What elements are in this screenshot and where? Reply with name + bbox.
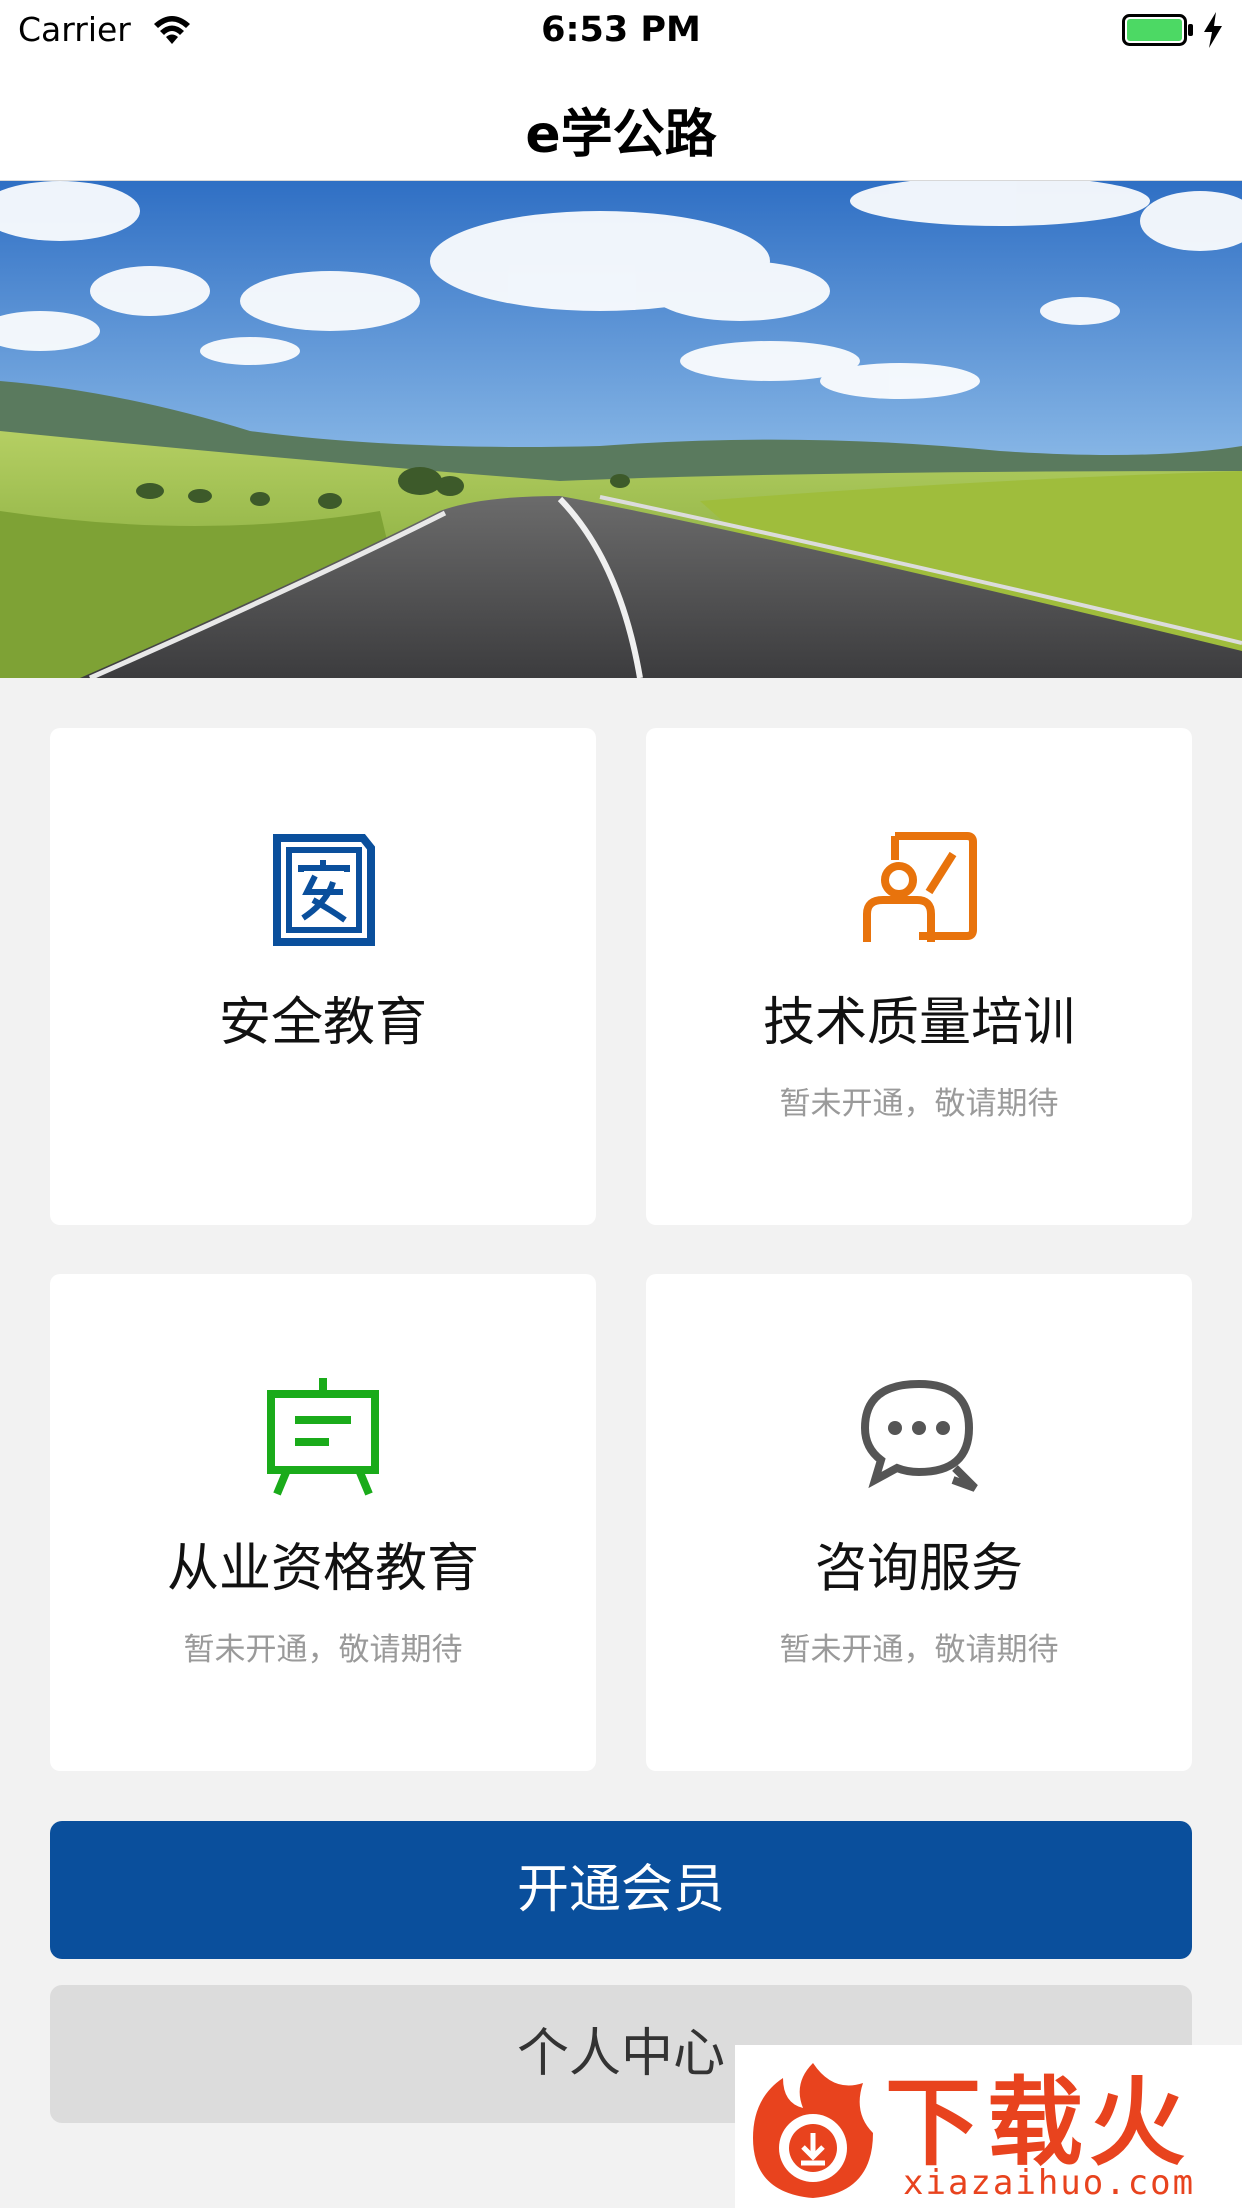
card-title: 从业资格教育 bbox=[166, 1539, 479, 1599]
watermark: 下载火 xiazaihuo.com bbox=[735, 2045, 1242, 2208]
charging-bolt-icon bbox=[1204, 12, 1222, 48]
banner-image bbox=[0, 181, 1242, 678]
status-time: 6:53 PM bbox=[541, 10, 701, 50]
card-subtitle: 暂未开通，敬请期待 bbox=[183, 1632, 463, 1668]
card-title: 技术质量培训 bbox=[762, 993, 1075, 1053]
card-technical-quality-training[interactable]: 技术质量培训 暂未开通，敬请期待 bbox=[646, 728, 1192, 1225]
card-consulting-service[interactable]: 咨询服务 暂未开通，敬请期待 bbox=[646, 1274, 1192, 1771]
card-qualification-education[interactable]: 从业资格教育 暂未开通，敬请期待 bbox=[50, 1274, 596, 1771]
battery-icon bbox=[1122, 14, 1193, 46]
training-icon bbox=[863, 832, 977, 942]
card-title: 安全教育 bbox=[218, 993, 427, 1053]
safety-book-icon bbox=[273, 834, 375, 946]
card-title: 咨询服务 bbox=[814, 1539, 1023, 1599]
status-bar: Carrier 6:53 PM bbox=[0, 0, 1242, 62]
card-subtitle: 暂未开通，敬请期待 bbox=[779, 1632, 1059, 1668]
card-subtitle: 暂未开通，敬请期待 bbox=[779, 1086, 1059, 1122]
navigation-bar: e学公路 bbox=[0, 62, 1242, 181]
easel-board-icon bbox=[267, 1378, 379, 1496]
chat-bubbles-icon bbox=[860, 1379, 978, 1492]
flame-logo-icon bbox=[753, 2063, 873, 2198]
card-safety-education[interactable]: 安全教育 bbox=[50, 728, 596, 1225]
watermark-url: xiazaihuo.com bbox=[903, 2163, 1196, 2203]
open-membership-button[interactable]: 开通会员 bbox=[50, 1821, 1192, 1959]
page-title: e学公路 bbox=[525, 105, 717, 165]
